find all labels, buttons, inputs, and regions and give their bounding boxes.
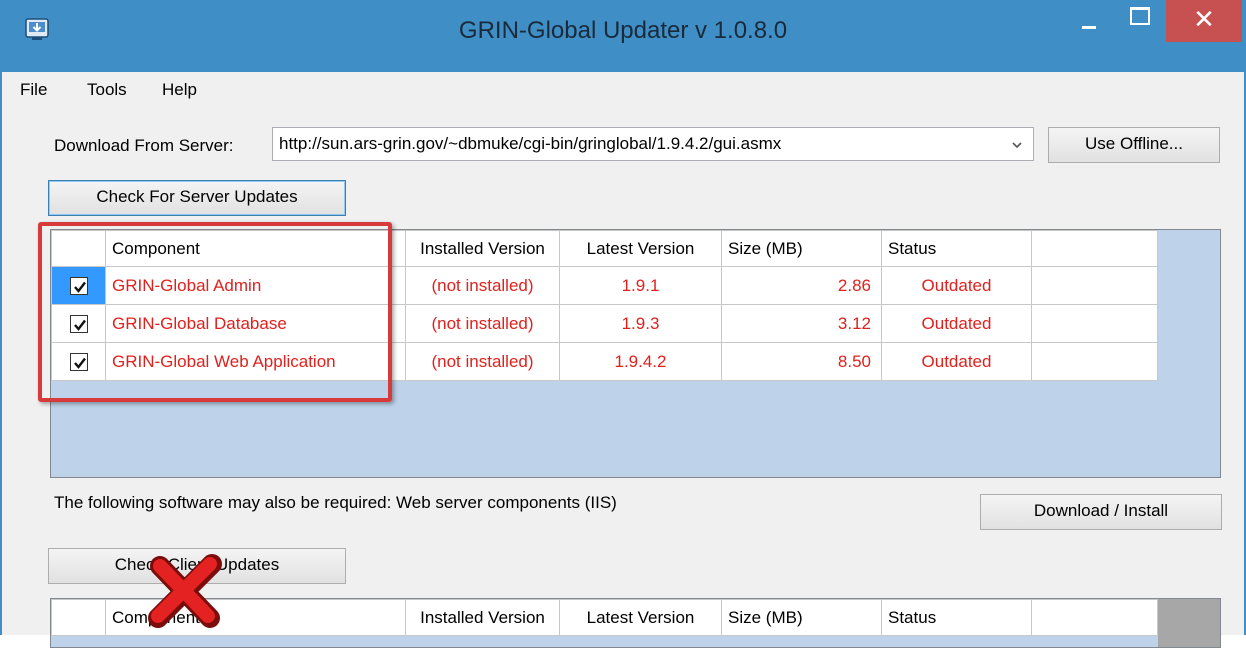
menu-bar: File Tools Help bbox=[2, 72, 1244, 110]
header-blank bbox=[1031, 599, 1158, 636]
red-x-mark-icon bbox=[148, 554, 222, 628]
chevron-down-icon[interactable] bbox=[1011, 139, 1023, 151]
header-status[interactable]: Status bbox=[881, 230, 1032, 267]
required-software-note: The following software may also be requi… bbox=[54, 493, 617, 512]
window-title: GRIN-Global Updater v 1.0.8.0 bbox=[458, 17, 788, 44]
maximize-button[interactable] bbox=[1118, 0, 1158, 42]
header-size[interactable]: Size (MB) bbox=[721, 230, 882, 267]
server-url-combobox[interactable]: http://sun.ars-grin.gov/~dbmuke/cgi-bin/… bbox=[272, 127, 1034, 161]
latest-version: 1.9.1 bbox=[559, 266, 722, 305]
status: Outdated bbox=[881, 342, 1032, 381]
header-latest-version[interactable]: Latest Version bbox=[559, 599, 722, 636]
use-offline-button[interactable]: Use Offline... bbox=[1048, 127, 1220, 163]
status: Outdated bbox=[881, 304, 1032, 343]
download-install-button[interactable]: Download / Install bbox=[980, 494, 1222, 530]
server-url-value: http://sun.ars-grin.gov/~dbmuke/cgi-bin/… bbox=[279, 134, 782, 153]
latest-version: 1.9.4.2 bbox=[559, 342, 722, 381]
download-from-server-label: Download From Server: bbox=[54, 136, 234, 155]
header-latest-version[interactable]: Latest Version bbox=[559, 230, 722, 267]
header-size[interactable]: Size (MB) bbox=[721, 599, 882, 636]
size-mb: 3.12 bbox=[721, 304, 882, 343]
title-bar[interactable]: GRIN-Global Updater v 1.0.8.0 ✕ bbox=[2, 0, 1244, 72]
close-button[interactable]: ✕ bbox=[1166, 0, 1242, 42]
header-status[interactable]: Status bbox=[881, 599, 1032, 636]
menu-help[interactable]: Help bbox=[162, 80, 197, 100]
size-mb: 2.86 bbox=[721, 266, 882, 305]
header-checkbox-cell bbox=[51, 599, 106, 636]
vertical-scrollbar[interactable] bbox=[1158, 599, 1220, 647]
blank-cell bbox=[1031, 304, 1158, 343]
installed-version: (not installed) bbox=[405, 266, 560, 305]
status: Outdated bbox=[881, 266, 1032, 305]
installed-version: (not installed) bbox=[405, 304, 560, 343]
blank-cell bbox=[1031, 266, 1158, 305]
installed-version: (not installed) bbox=[405, 342, 560, 381]
blank-cell bbox=[1031, 342, 1158, 381]
latest-version: 1.9.3 bbox=[559, 304, 722, 343]
component-highlight-box bbox=[38, 222, 392, 402]
close-icon: ✕ bbox=[1193, 4, 1215, 34]
check-server-updates-button[interactable]: Check For Server Updates bbox=[48, 180, 346, 216]
header-blank bbox=[1031, 230, 1158, 267]
header-installed-version[interactable]: Installed Version bbox=[405, 599, 560, 636]
menu-file[interactable]: File bbox=[20, 80, 47, 100]
header-installed-version[interactable]: Installed Version bbox=[405, 230, 560, 267]
minimize-button[interactable] bbox=[1068, 0, 1108, 42]
menu-tools[interactable]: Tools bbox=[87, 80, 127, 100]
size-mb: 8.50 bbox=[721, 342, 882, 381]
updater-window: GRIN-Global Updater v 1.0.8.0 ✕ File Too… bbox=[0, 0, 1246, 648]
